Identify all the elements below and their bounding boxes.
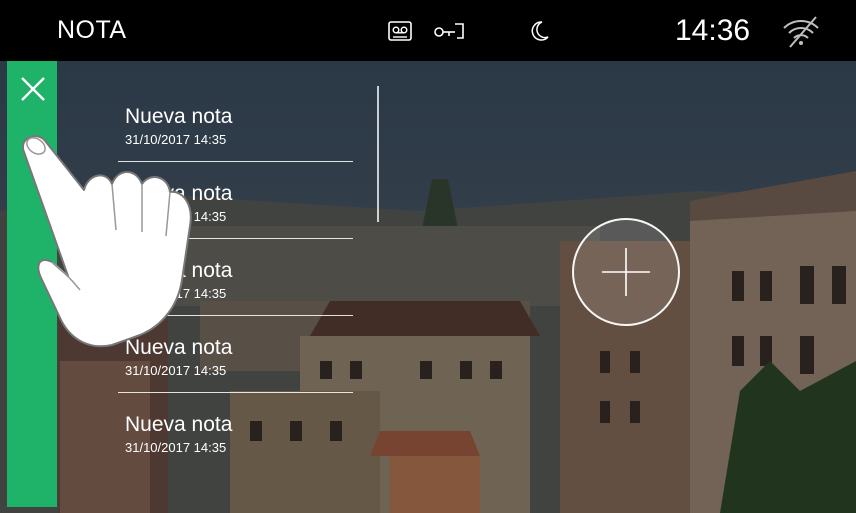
list-item[interactable]: Nueva nota 31/10/2017 14:35 — [118, 163, 353, 239]
voicemail-icon — [388, 21, 412, 41]
note-title: Nueva nota — [125, 259, 233, 282]
divider — [118, 161, 353, 162]
clock: 14:36 — [675, 14, 751, 47]
note-date: 31/10/2017 14:35 — [125, 286, 227, 301]
note-date: 31/10/2017 14:35 — [125, 132, 227, 147]
divider — [118, 238, 353, 239]
note-date: 31/10/2017 14:35 — [125, 209, 227, 224]
list-item[interactable]: Nueva nota 31/10/2017 14:35 — [118, 240, 353, 316]
add-note-button[interactable] — [572, 218, 680, 326]
scroll-indicator[interactable] — [377, 86, 379, 222]
note-title: Nueva nota — [125, 182, 233, 205]
list-item[interactable]: Nueva nota 31/10/2017 14:35 — [118, 394, 353, 470]
page-title: NOTA — [57, 16, 127, 44]
note-date: 31/10/2017 14:35 — [125, 440, 227, 455]
side-rail — [7, 61, 57, 507]
key-icon — [434, 23, 464, 39]
note-title: Nueva nota — [125, 336, 233, 359]
divider — [118, 392, 353, 393]
plus-icon — [602, 248, 650, 296]
note-title: Nueva nota — [125, 413, 233, 436]
close-icon[interactable] — [19, 75, 47, 103]
note-date: 31/10/2017 14:35 — [125, 363, 227, 378]
moon-icon — [531, 21, 549, 41]
status-bar: NOTA 14:36 — [0, 0, 856, 61]
divider — [118, 315, 353, 316]
screen: NOTA 14:36 Nueva nota 31/10/2017 14:35 N… — [0, 0, 856, 513]
list-item[interactable]: Nueva nota 31/10/2017 14:35 — [118, 86, 353, 162]
note-title: Nueva nota — [125, 105, 233, 128]
list-item[interactable]: Nueva nota 31/10/2017 14:35 — [118, 317, 353, 393]
wifi-off-icon — [783, 16, 819, 48]
